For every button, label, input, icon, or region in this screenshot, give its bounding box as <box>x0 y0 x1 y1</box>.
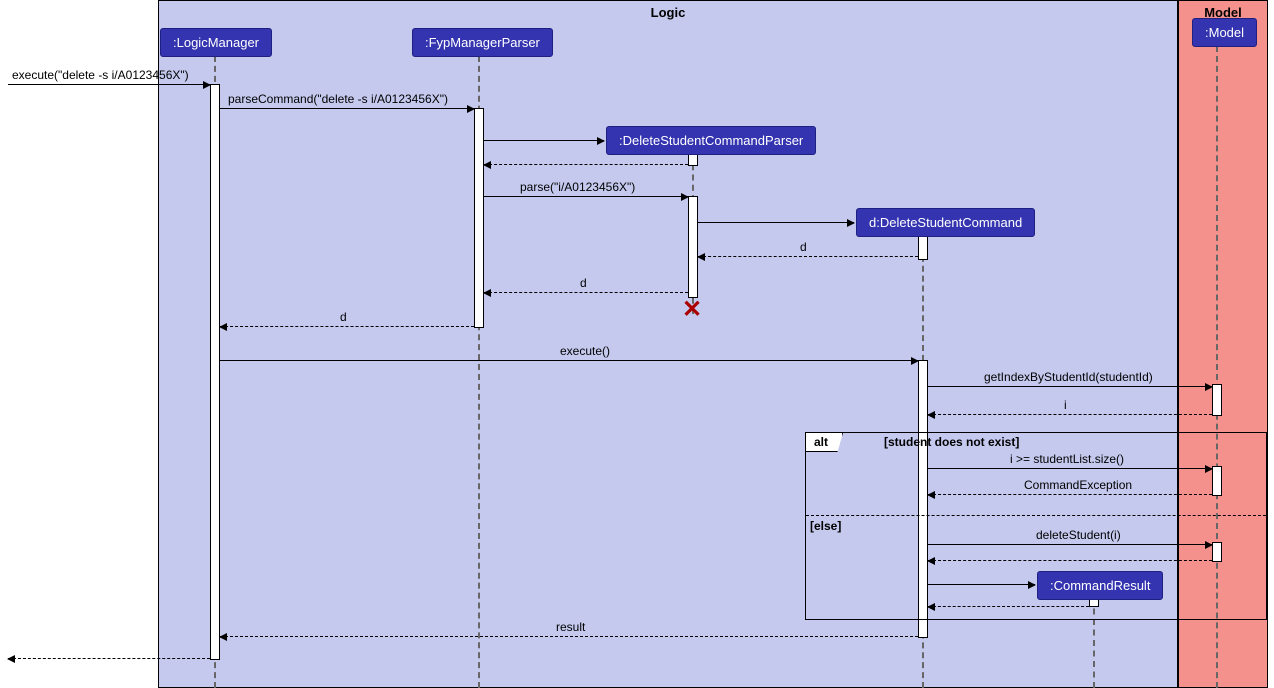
msg-create-cmd-return-label: d <box>800 240 807 254</box>
participant-delete-parser: :DeleteStudentCommandParser <box>606 126 816 155</box>
participant-fyp-parser: :FypManagerParser <box>412 28 553 57</box>
msg-delete-student <box>928 544 1212 545</box>
msg-parse-args-label: parse("i/A0123456X") <box>520 180 635 194</box>
msg-final-return <box>8 658 210 659</box>
msg-command-exception <box>928 494 1212 495</box>
destroy-parser-icon: ✕ <box>682 298 702 322</box>
msg-delete-student-return <box>928 560 1212 561</box>
msg-get-index-return <box>928 414 1212 415</box>
msg-create-cmd-return <box>698 256 918 257</box>
msg-parse-return-d <box>484 292 688 293</box>
msg-create-result-return <box>928 606 1089 607</box>
msg-result-return-label: result <box>556 620 585 634</box>
activation-model-1 <box>1212 384 1222 416</box>
msg-parsecommand-return <box>220 326 474 327</box>
msg-create-parser <box>484 140 604 141</box>
msg-parse-return-d-label: d <box>580 276 587 290</box>
activation-delete-parser-2 <box>688 196 698 298</box>
msg-result-return <box>220 636 918 637</box>
msg-create-parser-return <box>484 164 688 165</box>
msg-execute-cmd-label: execute() <box>560 344 610 358</box>
msg-parse-command <box>220 108 474 109</box>
msg-get-index-return-label: i <box>1064 398 1067 412</box>
msg-get-index <box>928 386 1212 387</box>
msg-create-result <box>928 584 1035 585</box>
alt-guard-2: [else] <box>810 519 841 533</box>
frame-logic-label: Logic <box>651 5 686 20</box>
msg-create-cmd <box>698 222 854 223</box>
msg-check-size-label: i >= studentList.size() <box>1010 452 1124 466</box>
participant-logic-manager: :LogicManager <box>160 28 272 57</box>
alt-divider <box>806 515 1266 516</box>
alt-guard-1: [student does not exist] <box>884 435 1019 449</box>
msg-delete-student-label: deleteStudent(i) <box>1036 528 1121 542</box>
msg-parse-args <box>484 196 688 197</box>
participant-cmd-result: :CommandResult <box>1037 571 1163 600</box>
msg-execute-in <box>8 84 210 85</box>
msg-parse-command-label: parseCommand("delete -s i/A0123456X") <box>228 92 448 106</box>
msg-get-index-label: getIndexByStudentId(studentId) <box>984 370 1153 384</box>
msg-execute-cmd <box>220 360 918 361</box>
msg-parsecommand-return-label: d <box>340 310 347 324</box>
activation-logic-manager <box>210 84 220 660</box>
msg-check-size <box>928 468 1212 469</box>
msg-command-exception-label: CommandException <box>1024 478 1132 492</box>
participant-delete-cmd: d:DeleteStudentCommand <box>856 208 1035 237</box>
participant-model: :Model <box>1192 18 1257 47</box>
alt-tab: alt <box>806 433 843 452</box>
msg-execute-in-label: execute("delete -s i/A0123456X") <box>12 68 189 82</box>
